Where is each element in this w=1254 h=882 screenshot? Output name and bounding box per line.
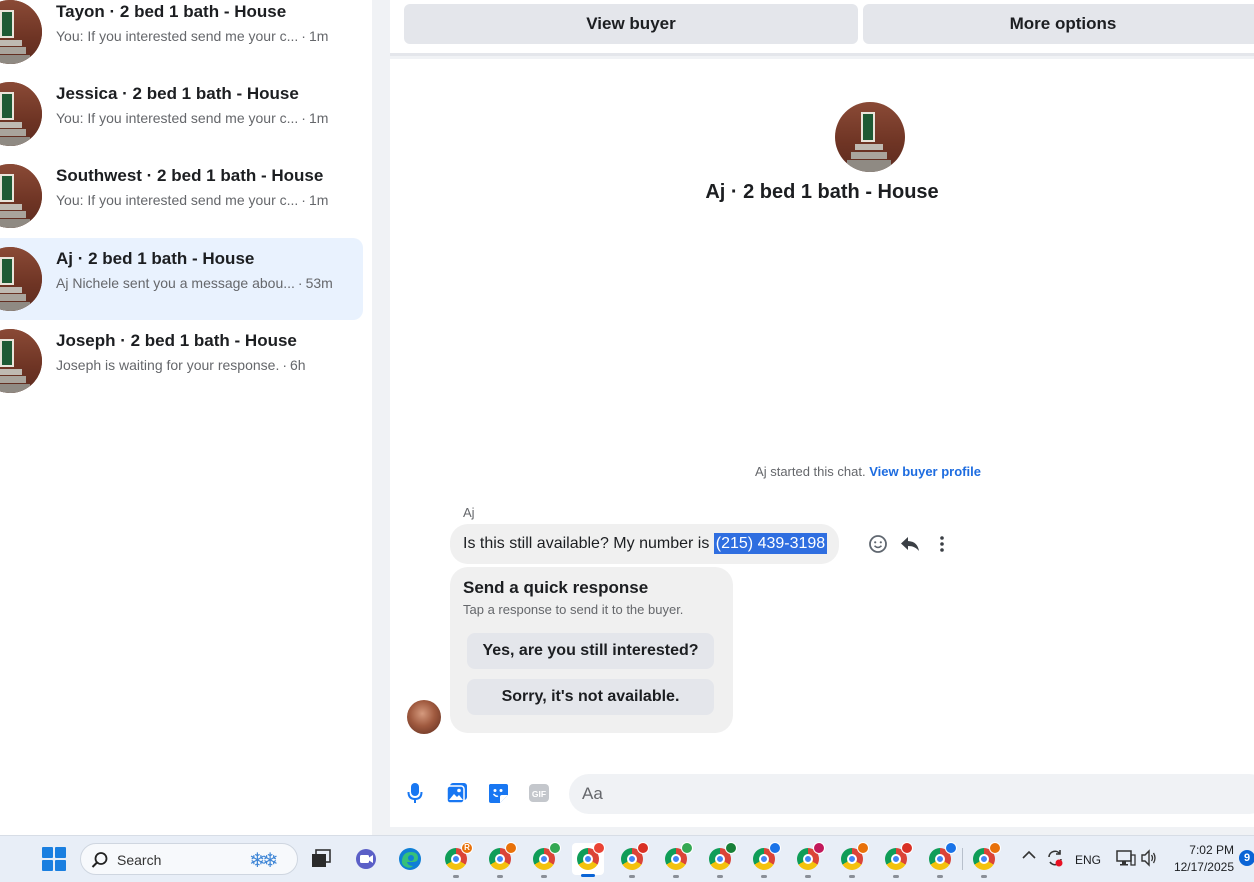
conversation-name: Joseph · 2 bed 1 bath - House [56, 331, 297, 350]
volume-icon[interactable] [1140, 849, 1158, 870]
photo-icon[interactable] [445, 781, 469, 805]
network-icon[interactable] [1116, 849, 1136, 870]
message-input[interactable] [569, 774, 1254, 814]
task-view-icon[interactable] [305, 843, 337, 875]
notification-count-badge[interactable]: 9 [1239, 850, 1254, 866]
chat-title: Aj · 2 bed 1 bath - House [705, 181, 939, 203]
listing-thumbnail [0, 164, 42, 228]
chrome-profile-icon[interactable]: R [440, 842, 473, 878]
chat-header-bar: View buyer More options [390, 0, 1254, 56]
conversation-list: Tayon · 2 bed 1 bath - House You: If you… [0, 0, 372, 835]
quick-response-title: Send a quick response [463, 578, 649, 597]
chat-started-text: Aj started this chat. [755, 464, 866, 479]
conversation-item-southwest[interactable]: Southwest · 2 bed 1 bath - House You: If… [0, 155, 363, 237]
edge-browser-icon[interactable] [394, 843, 426, 875]
react-emoji-icon[interactable] [867, 533, 889, 555]
chrome-profile-icon[interactable] [704, 842, 737, 878]
chrome-profile-icon[interactable] [792, 842, 825, 878]
conversation-item-aj[interactable]: Aj · 2 bed 1 bath - House Aj Nichele sen… [0, 238, 363, 320]
conversation-name: Aj · 2 bed 1 bath - House [56, 249, 255, 268]
quick-response-subtitle: Tap a response to send it to the buyer. [463, 602, 684, 617]
sync-icon[interactable] [1045, 848, 1065, 871]
chrome-profile-icon[interactable] [924, 842, 957, 878]
chat-started-notice: Aj started this chat. View buyer profile [390, 464, 1254, 479]
message-text: Is this still available? My number is [463, 535, 710, 552]
windows-start-icon[interactable] [42, 847, 66, 871]
chrome-profile-icon[interactable] [660, 842, 693, 878]
conversation-item-joseph[interactable]: Joseph · 2 bed 1 bath - House Joseph is … [0, 320, 363, 402]
listing-thumbnail [0, 82, 42, 146]
listing-avatar [835, 102, 905, 172]
clock-date[interactable]: 12/17/2025 [1162, 860, 1234, 874]
microphone-icon[interactable] [403, 781, 427, 805]
conversation-preview: You: If you interested send me your c...… [56, 28, 329, 44]
language-indicator[interactable]: ENG [1075, 853, 1101, 867]
snowflake-icon: ❄❄ [249, 850, 278, 872]
conversation-name: Jessica · 2 bed 1 bath - House [56, 84, 299, 103]
taskbar-search-box[interactable]: Search ❄❄ [80, 843, 298, 875]
conversation-item-jessica[interactable]: Jessica · 2 bed 1 bath - House You: If y… [0, 73, 363, 155]
message-phone-number[interactable]: (215) 439-3198 [713, 533, 828, 554]
chat-panel: Aj · 2 bed 1 bath - House Aj started thi… [390, 59, 1254, 827]
quick-response-yes-button[interactable]: Yes, are you still interested? [467, 633, 714, 669]
more-actions-icon[interactable] [931, 533, 953, 555]
chrome-profile-icon-active[interactable] [572, 842, 605, 877]
more-options-button[interactable]: More options [863, 4, 1254, 44]
quick-response-sorry-button[interactable]: Sorry, it's not available. [467, 679, 714, 715]
conversation-name: Southwest · 2 bed 1 bath - House [56, 166, 324, 185]
sender-name: Aj [463, 505, 475, 520]
windows-taskbar: Search ❄❄ R ENG 7:02 PM 12/17/2025 9 [0, 835, 1254, 882]
teams-meet-icon[interactable] [350, 843, 382, 875]
conversation-preview: You: If you interested send me your c...… [56, 110, 329, 126]
search-label: Search [117, 852, 162, 868]
gif-icon[interactable]: GIF [527, 781, 551, 805]
chrome-profile-icon[interactable] [484, 842, 517, 878]
search-icon [91, 852, 108, 868]
listing-thumbnail [0, 0, 42, 64]
message-bubble[interactable]: Is this still available? My number is (2… [450, 524, 840, 564]
view-buyer-button[interactable]: View buyer [404, 4, 858, 44]
chrome-profile-icon[interactable] [836, 842, 869, 878]
conversation-item-tayon[interactable]: Tayon · 2 bed 1 bath - House You: If you… [0, 0, 363, 73]
sender-avatar[interactable] [407, 700, 441, 734]
chrome-profile-icon[interactable] [616, 842, 649, 878]
conversation-preview: Aj Nichele sent you a message abou... · 53… [56, 275, 333, 291]
clock-time[interactable]: 7:02 PM [1172, 843, 1234, 857]
show-hidden-icons-chevron-icon[interactable] [1022, 849, 1036, 863]
conversation-preview: You: If you interested send me your c...… [56, 192, 329, 208]
conversation-name: Tayon · 2 bed 1 bath - House [56, 2, 287, 21]
chrome-profile-icon[interactable] [748, 842, 781, 878]
conversation-preview: Joseph is waiting for your response. · 6h [56, 357, 306, 373]
taskbar-divider [962, 848, 963, 870]
listing-thumbnail [0, 247, 42, 311]
sticker-icon[interactable] [486, 781, 510, 805]
listing-thumbnail [0, 329, 42, 393]
quick-response-card: Send a quick response Tap a response to … [450, 567, 733, 733]
chrome-profile-icon[interactable] [880, 842, 913, 878]
chrome-profile-icon[interactable] [528, 842, 561, 878]
chrome-profile-icon[interactable] [968, 842, 1001, 878]
reply-icon[interactable] [899, 533, 921, 555]
view-buyer-profile-link[interactable]: View buyer profile [869, 464, 981, 479]
gif-label: GIF [532, 789, 546, 799]
